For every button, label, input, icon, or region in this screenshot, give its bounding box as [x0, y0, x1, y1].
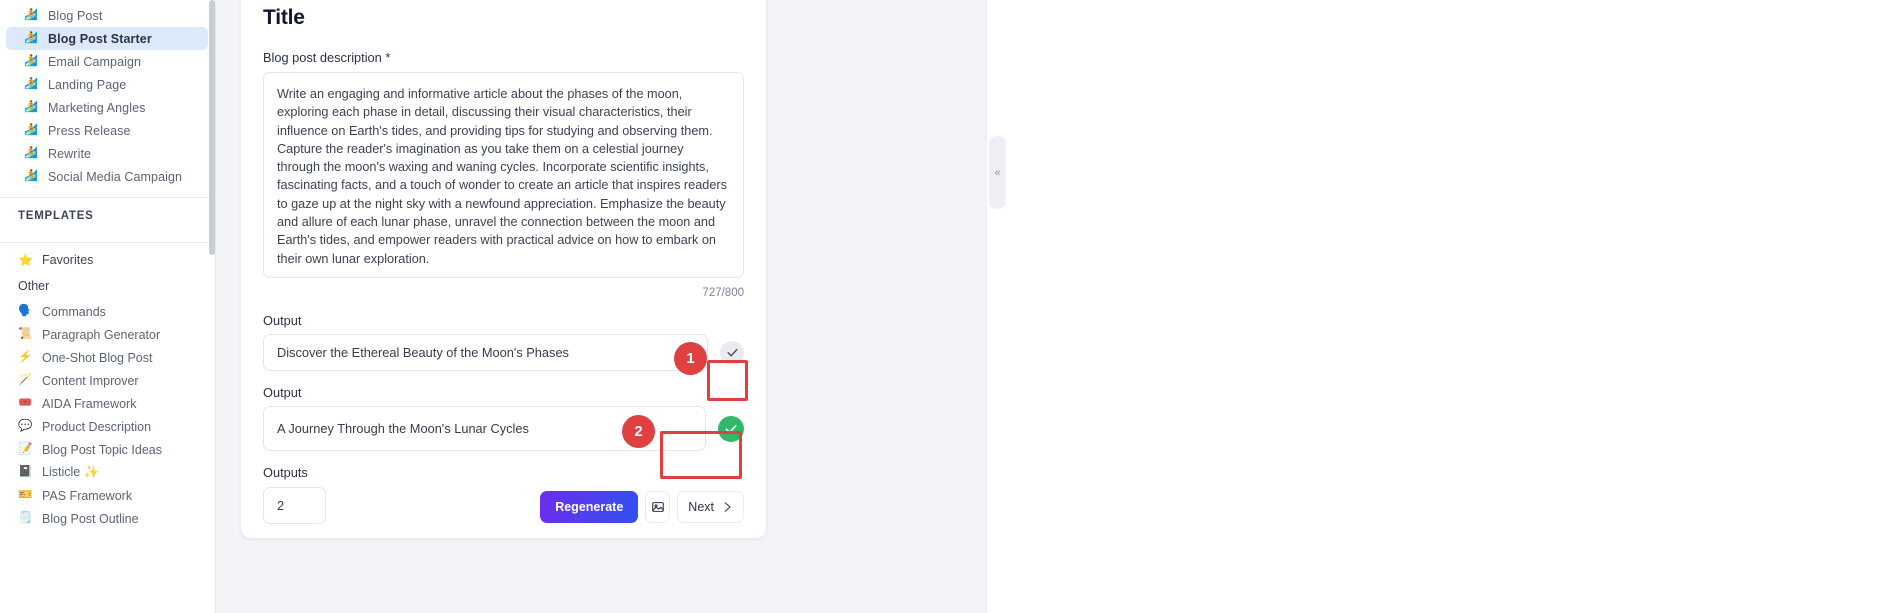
check-icon	[725, 424, 737, 433]
magic-wand-icon: 🪄	[18, 373, 33, 386]
sidebar-item-label: Landing Page	[48, 77, 127, 92]
sidebar-item-listicle[interactable]: 📓 Listicle ✨	[0, 461, 216, 484]
speech-balloon-icon: 💬	[18, 419, 33, 432]
form-card: Title Blog post description * Write an e…	[241, 0, 766, 538]
sidebar-item-aida-framework[interactable]: 🎟️ AIDA Framework	[0, 392, 216, 415]
surfer-icon: 🏄	[24, 78, 38, 90]
scroll-icon: 📜	[18, 327, 33, 340]
left-gutter	[216, 0, 224, 613]
sidebar-item-favorites[interactable]: ⭐ Favorites	[0, 249, 216, 271]
pas-icon: 🎫	[18, 488, 33, 501]
star-icon: ⭐	[18, 253, 33, 267]
sidebar-item-label: Rewrite	[48, 146, 92, 161]
surfer-icon: 🏄	[24, 32, 38, 44]
surfer-icon: 🏄	[24, 55, 38, 67]
app-root: 🏄 Blog Post 🏄 Blog Post Starter 🏄 Email …	[0, 0, 1887, 613]
sidebar-item-social-media-campaign[interactable]: 🏄 Social Media Campaign	[6, 165, 208, 188]
output-1-label: Output	[263, 313, 302, 328]
sidebar-item-content-improver[interactable]: 🪄 Content Improver	[0, 369, 216, 392]
outputs-count-input[interactable]: 2	[263, 487, 326, 524]
sidebar-item-label: Favorites	[42, 253, 94, 267]
sidebar-item-label: AIDA Framework	[42, 396, 137, 411]
sidebar-item-commands[interactable]: 🗣️ Commands	[0, 300, 216, 323]
annotation-badge-1: 1	[674, 342, 707, 375]
sidebar-item-email-campaign[interactable]: 🏄 Email Campaign	[6, 50, 208, 73]
sidebar-item-paragraph-generator[interactable]: 📜 Paragraph Generator	[0, 323, 216, 346]
sidebar-item-blog-post-topic-ideas[interactable]: 📝 Blog Post Topic Ideas	[0, 438, 216, 461]
output-2-row: A Journey Through the Moon's Lunar Cycle…	[263, 406, 744, 451]
check-icon	[726, 348, 738, 357]
sidebar-item-label: Social Media Campaign	[48, 169, 183, 184]
sidebar-item-label: Product Description	[42, 419, 152, 434]
divider	[0, 242, 216, 243]
sidebar-item-label: Press Release	[48, 123, 131, 138]
sidebar-item-label: Blog Post Outline	[42, 511, 139, 526]
outline-icon: 🗒️	[18, 511, 33, 524]
sidebar-item-label: Commands	[42, 304, 106, 319]
action-buttons: Regenerate Next	[540, 491, 744, 524]
sidebar-item-label: One-Shot Blog Post	[42, 350, 153, 365]
chevron-left-double-icon: «	[994, 166, 1001, 179]
sidebar-item-press-release[interactable]: 🏄 Press Release	[6, 119, 208, 142]
main-content: « Title Blog post description * Write an…	[216, 0, 1887, 613]
surfer-icon: 🏄	[24, 9, 38, 21]
sidebar-item-blog-post-starter[interactable]: 🏄 Blog Post Starter	[6, 27, 208, 50]
note-icon: 📝	[18, 442, 33, 455]
output-2-label: Output	[263, 385, 302, 400]
sidebar-item-product-description[interactable]: 💬 Product Description	[0, 415, 216, 438]
lightning-icon: ⚡	[18, 350, 33, 363]
next-button-label: Next	[688, 500, 714, 514]
output-1-check-button[interactable]	[720, 340, 744, 365]
image-button[interactable]	[645, 491, 671, 523]
sidebar-item-label: Listicle ✨	[42, 465, 100, 479]
form-footer: Outputs 2 Regenerate Next	[263, 465, 744, 524]
sidebar-item-marketing-angles[interactable]: 🏄 Marketing Angles	[6, 96, 208, 119]
description-text: Write an engaging and informative articl…	[277, 87, 727, 266]
right-pane	[986, 0, 1887, 613]
description-textarea[interactable]: Write an engaging and informative articl…	[263, 72, 744, 278]
book-icon: 📓	[18, 465, 33, 478]
page-title: Title	[263, 6, 305, 29]
outputs-count-label: Outputs	[263, 465, 308, 480]
outputs-count-block: Outputs 2	[263, 465, 326, 524]
sidebar-item-label: Blog Post	[48, 8, 103, 23]
sidebar-item-label: Blog Post Starter	[48, 31, 152, 46]
sidebar-item-label: Marketing Angles	[48, 100, 146, 115]
sidebar-item-blog-post-outline[interactable]: 🗒️ Blog Post Outline	[0, 507, 216, 530]
sidebar-item-label: PAS Framework	[42, 488, 133, 503]
sidebar-item-label: Paragraph Generator	[42, 327, 161, 342]
speaking-head-icon: 🗣️	[18, 304, 33, 317]
output-1-row: Discover the Ethereal Beauty of the Moon…	[263, 334, 744, 371]
chevron-right-icon	[724, 502, 731, 512]
surfer-icon: 🏄	[24, 101, 38, 113]
annotation-badge-2: 2	[622, 415, 655, 448]
regenerate-button[interactable]: Regenerate	[540, 491, 639, 523]
description-label: Blog post description *	[263, 50, 391, 65]
sidebar-item-label: Blog Post Topic Ideas	[42, 442, 162, 457]
sidebar: 🏄 Blog Post 🏄 Blog Post Starter 🏄 Email …	[0, 0, 216, 613]
output-1-input[interactable]: Discover the Ethereal Beauty of the Moon…	[263, 334, 708, 371]
surfer-icon: 🏄	[24, 170, 38, 182]
sidebar-item-rewrite[interactable]: 🏄 Rewrite	[6, 142, 208, 165]
sidebar-item-one-shot-blog-post[interactable]: ⚡ One-Shot Blog Post	[0, 346, 216, 369]
sidebar-item-label: Content Improver	[42, 373, 139, 388]
sidebar-item-blog-post[interactable]: 🏄 Blog Post	[6, 4, 208, 27]
aida-icon: 🎟️	[18, 396, 33, 409]
surfer-icon: 🏄	[24, 147, 38, 159]
sidebar-item-label: Email Campaign	[48, 54, 142, 69]
sidebar-item-landing-page[interactable]: 🏄 Landing Page	[6, 73, 208, 96]
surfer-icon: 🏄	[24, 124, 38, 136]
next-button[interactable]: Next	[677, 491, 744, 523]
template-group-label: Other	[18, 279, 50, 293]
image-icon	[651, 502, 664, 512]
templates-heading: TEMPLATES	[18, 210, 94, 222]
sidebar-item-pas-framework[interactable]: 🎫 PAS Framework	[0, 484, 216, 507]
character-counter: 727/800	[702, 287, 744, 299]
output-2-check-button[interactable]	[718, 415, 744, 442]
collapse-panel-handle[interactable]: «	[989, 136, 1006, 209]
